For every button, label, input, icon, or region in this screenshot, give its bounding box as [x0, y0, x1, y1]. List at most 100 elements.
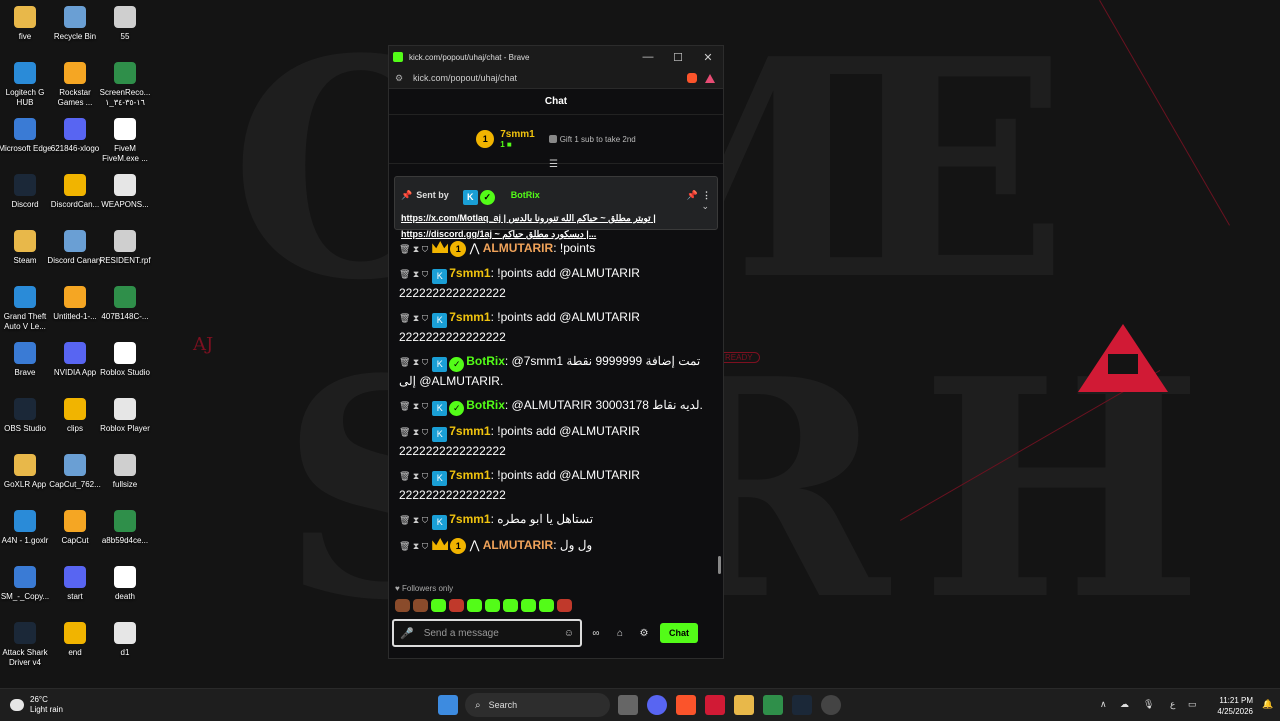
desktop-icon[interactable]: OBS Studio	[0, 398, 53, 434]
gift-sub-icon[interactable]: ⌂	[610, 628, 630, 639]
emote[interactable]	[431, 599, 446, 612]
brave-taskbar-icon[interactable]	[676, 695, 696, 715]
emote[interactable]	[539, 599, 554, 612]
desktop-icon[interactable]: end	[47, 622, 103, 658]
site-settings-icon[interactable]: ⚙	[395, 73, 405, 84]
chat-username[interactable]: 7smm1	[449, 512, 490, 526]
emote[interactable]	[449, 599, 464, 612]
desktop-icon[interactable]: Discord Canary	[47, 230, 103, 266]
leader-info[interactable]: 7smm1 1 ■	[500, 129, 534, 149]
desktop-icon[interactable]: CapCut_762...	[47, 454, 103, 490]
emote[interactable]	[485, 599, 500, 612]
emote[interactable]	[521, 599, 536, 612]
desktop-icon[interactable]: 407B148C-...	[97, 286, 153, 322]
chat-message[interactable]: 🗑 ⧗ ⛉ 1 ⋀ ALMUTARIR: ول ول	[389, 533, 715, 558]
chat-message[interactable]: 🗑 ⧗ ⛉ K 7smm1: !points add @ALMUTARIR 2222…	[389, 261, 715, 305]
network-icon[interactable]: ▭	[1188, 699, 1197, 710]
desktop-icon[interactable]: clips	[47, 398, 103, 434]
chat-username[interactable]: 7smm1	[449, 424, 490, 438]
gift-sub-link[interactable]: Gift 1 sub to take 2nd	[548, 135, 636, 144]
desktop-icon[interactable]: Brave	[0, 342, 53, 378]
desktop-icon[interactable]: Roblox Player	[97, 398, 153, 434]
obs-taskbar-icon[interactable]	[821, 695, 841, 715]
desktop-icon[interactable]: Attack Shark Driver v4	[0, 622, 53, 668]
brave-shields-icon[interactable]	[687, 73, 697, 83]
chat-message[interactable]: 🗑 ⧗ ⛉ K 7smm1: !points add @ALMUTARIR 2222…	[389, 419, 715, 463]
desktop-icon[interactable]: Discord	[0, 174, 53, 210]
chat-message[interactable]: 🗑 ⧗ ⛉ K ✓ BotRix: @7smm1 تمت إضافة 9999999 …	[389, 349, 715, 393]
emote[interactable]	[503, 599, 518, 612]
desktop-icon[interactable]: NVIDIA App	[47, 342, 103, 378]
desktop-icon[interactable]: 621846-xlogo	[47, 118, 103, 154]
emote[interactable]	[557, 599, 572, 612]
mod-tools-icon[interactable]: 🗑 ⧗ ⛉	[399, 244, 428, 254]
desktop-icon[interactable]: a8b59d4ce...	[97, 510, 153, 546]
maximize-button[interactable]: ☐	[663, 51, 693, 64]
microphone-icon[interactable]: 🎤	[400, 627, 414, 640]
mod-tools-icon[interactable]: 🗑 ⧗ ⛉	[399, 357, 428, 367]
chat-message[interactable]: 🗑 ⧗ ⛉ K 7smm1: !points add @ALMUTARIR 2222…	[389, 463, 715, 507]
desktop-icon[interactable]: death	[97, 566, 153, 602]
chat-message[interactable]: 🗑 ⧗ ⛉ K 7smm1: تستاهل يا ابو مطره	[389, 507, 715, 533]
mod-tools-icon[interactable]: 🗑 ⧗ ⛉	[399, 313, 428, 323]
desktop-icon[interactable]: SM_-_Copy...	[0, 566, 53, 602]
desktop-icon[interactable]: CapCut	[47, 510, 103, 546]
goxlr-taskbar-icon[interactable]	[763, 695, 783, 715]
brave-rewards-icon[interactable]	[705, 73, 715, 83]
desktop-icon[interactable]: Microsoft Edge	[0, 118, 53, 154]
chat-username[interactable]: 7smm1	[449, 310, 490, 324]
emote[interactable]	[413, 599, 428, 612]
language-indicator[interactable]: ع	[1170, 699, 1175, 710]
desktop-icon[interactable]: ScreenReco... ١٦-٣٥-٣٤_١	[97, 62, 153, 108]
desktop-icon[interactable]: Steam	[0, 230, 53, 266]
desktop-icon[interactable]: RESIDENT.rpf	[97, 230, 153, 266]
emoji-icon[interactable]: ☺	[564, 628, 574, 639]
desktop-icon[interactable]: five	[0, 6, 53, 42]
apex-taskbar-icon[interactable]	[705, 695, 725, 715]
clock[interactable]: 11:21 PM 4/25/2026	[1203, 695, 1253, 717]
chat-username[interactable]: BotRix	[466, 354, 505, 368]
desktop-icon[interactable]: GoXLR App	[0, 454, 53, 490]
mod-tools-icon[interactable]: 🗑 ⧗ ⛉	[399, 541, 428, 551]
message-input[interactable]	[421, 626, 564, 640]
desktop-icon[interactable]: DiscordCan...	[47, 174, 103, 210]
discord-taskbar-icon[interactable]	[647, 695, 667, 715]
send-chat-button[interactable]: Chat	[660, 623, 698, 643]
desktop-icon[interactable]: 55	[97, 6, 153, 42]
chat-scrollbar[interactable]	[718, 556, 721, 574]
weather-widget[interactable]: 26°C Light rain	[10, 695, 63, 715]
chat-message[interactable]: 🗑 ⧗ ⛉ 1 ⋀ ALMUTARIR: !points	[389, 236, 715, 261]
emote[interactable]	[467, 599, 482, 612]
url-text[interactable]: kick.com/popout/uhaj/chat	[413, 73, 687, 83]
emote[interactable]	[395, 599, 410, 612]
more-options-icon[interactable]: ⋮	[702, 190, 711, 201]
mod-tools-icon[interactable]: 🗑 ⧗ ⛉	[399, 269, 428, 279]
chat-username[interactable]: 7smm1	[449, 468, 490, 482]
chat-username[interactable]: 7smm1	[449, 266, 490, 280]
desktop-icon[interactable]: d1	[97, 622, 153, 658]
desktop-icon[interactable]: Roblox Studio	[97, 342, 153, 378]
show-hidden-icons[interactable]: ∧	[1100, 699, 1107, 710]
desktop-icon[interactable]: Grand Theft Auto V Le...	[0, 286, 53, 332]
task-view-icon[interactable]	[618, 695, 638, 715]
mod-tools-icon[interactable]: 🗑 ⧗ ⛉	[399, 401, 428, 411]
mod-tools-icon[interactable]: 🗑 ⧗ ⛉	[399, 515, 428, 525]
taskbar-search[interactable]: ⌕ Search	[465, 693, 610, 717]
desktop-icon[interactable]: Recycle Bin	[47, 6, 103, 42]
desktop-icon[interactable]: Untitled-1-...	[47, 286, 103, 322]
minimize-button[interactable]: —	[633, 51, 663, 63]
pinned-line-1[interactable]: https://x.com/Motlaq_aj | تويتر مطلق ~ ح…	[395, 210, 687, 226]
chat-message[interactable]: 🗑 ⧗ ⛉ K 7smm1: !points add @ALMUTARIR 2222…	[389, 305, 715, 349]
desktop-icon[interactable]: fullsize	[97, 454, 153, 490]
collapse-icon[interactable]: ☰	[549, 159, 558, 170]
chat-message[interactable]: 🗑 ⧗ ⛉ K ✓ BotRix: @ALMUTARIR لديه نقاط 3000…	[389, 393, 715, 419]
settings-icon[interactable]: ⚙	[634, 628, 654, 639]
desktop-icon[interactable]: Logitech G HUB	[0, 62, 53, 108]
mic-tray-icon[interactable]: 🎙	[1143, 699, 1154, 710]
chevron-down-icon[interactable]: ⌄	[701, 201, 709, 212]
notifications-icon[interactable]: 🔔	[1262, 699, 1273, 710]
cloud-icon[interactable]: ☁	[1120, 699, 1129, 710]
pinned-bot-name[interactable]: BotRix	[511, 190, 540, 200]
desktop-icon[interactable]: WEAPONS...	[97, 174, 153, 210]
message-input-box[interactable]: 🎤 ☺	[392, 619, 582, 647]
